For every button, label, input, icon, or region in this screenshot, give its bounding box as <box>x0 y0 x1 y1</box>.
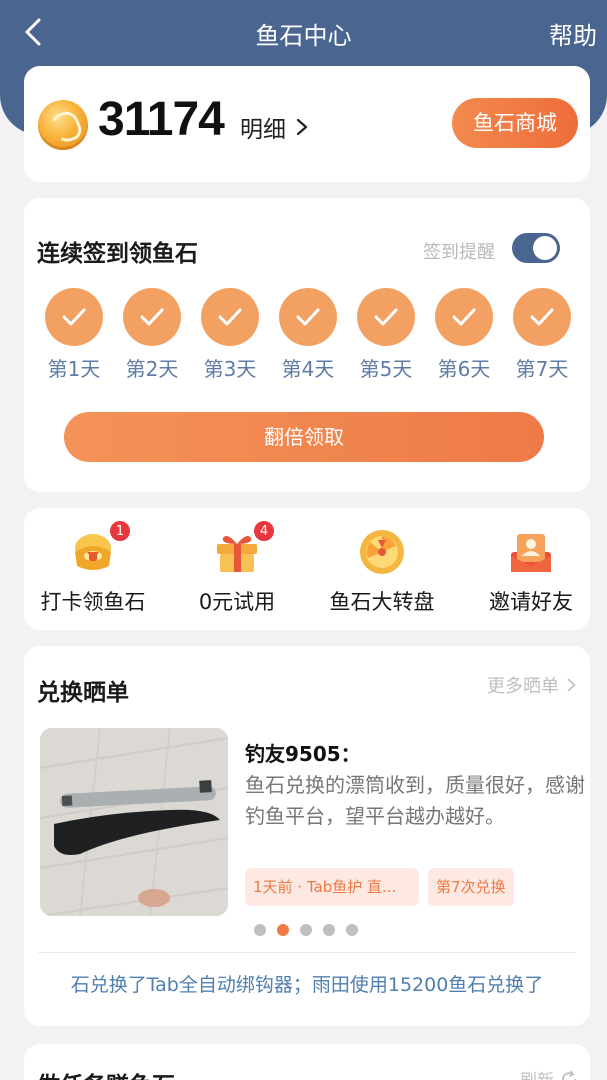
entry-label: 打卡领鱼石 <box>40 590 146 614</box>
refresh-button[interactable]: 刷新 <box>520 1066 578 1080</box>
remind-label: 签到提醒 <box>423 242 495 263</box>
checkin-day-1: 第1天 <box>39 288 109 382</box>
day-label: 第7天 <box>515 357 569 381</box>
balance-value: 31174 <box>98 93 225 146</box>
checkin-title: 连续签到领鱼石 <box>37 241 198 267</box>
tasks-title: 做任务赚鱼石 <box>37 1066 175 1080</box>
tasks-card: 做任务赚鱼石 刷新 <box>24 1044 590 1080</box>
showcase-title: 兑换晒单 <box>37 680 129 706</box>
checkin-card: 连续签到领鱼石 签到提醒 第1天 第2天 第3天 第4天 第5天 第6天 第7天… <box>24 198 590 492</box>
refresh-label: 刷新 <box>520 1066 554 1080</box>
checkin-day-6: 第6天 <box>429 288 499 382</box>
treasure-chest-icon: 1 <box>67 520 131 578</box>
notification-badge: 4 <box>253 520 275 542</box>
chevron-right-icon <box>296 118 308 136</box>
carousel-dot[interactable] <box>346 924 358 936</box>
balance-card: 31174 明细 鱼石商城 <box>24 66 590 182</box>
review-count-tag: 第7次兑换 <box>428 868 514 906</box>
checkin-day-4: 第4天 <box>273 288 343 382</box>
divider <box>38 952 576 953</box>
checkin-day-5: 第5天 <box>351 288 421 382</box>
day-label: 第1天 <box>47 357 101 381</box>
day-label: 第5天 <box>359 357 413 381</box>
help-button[interactable]: 帮助 <box>549 16 597 51</box>
chevron-right-icon <box>567 678 576 692</box>
review-photo[interactable] <box>40 728 228 916</box>
detail-label: 明细 <box>240 117 286 143</box>
day-label: 第3天 <box>203 357 257 381</box>
entry-free-trial[interactable]: 4 0元试用 <box>167 520 307 616</box>
day-label: 第6天 <box>437 357 491 381</box>
carousel-indicator <box>254 924 358 936</box>
nav-bar: 鱼石中心 帮助 <box>0 0 607 64</box>
carousel-dot[interactable] <box>254 924 266 936</box>
review-user: 钓友9505： <box>245 742 361 766</box>
checkin-day-3: 第3天 <box>195 288 265 382</box>
check-icon <box>357 288 415 346</box>
quick-entries-card: 1 打卡领鱼石 4 0元试用 鱼石大转盘 邀请好友 <box>24 508 590 630</box>
check-icon <box>45 288 103 346</box>
fish-stone-coin-icon <box>38 100 88 150</box>
refresh-icon <box>562 1070 576 1080</box>
more-label: 更多晒单 <box>487 676 559 697</box>
fish-stone-mall-button[interactable]: 鱼石商城 <box>452 98 578 148</box>
carousel-dot[interactable] <box>323 924 335 936</box>
notification-badge: 1 <box>109 520 131 542</box>
entry-label: 鱼石大转盘 <box>329 590 435 614</box>
review-time-tag: 1天前 · Tab鱼护 直... <box>245 868 419 906</box>
check-icon <box>513 288 571 346</box>
check-icon <box>201 288 259 346</box>
entry-daily-checkin[interactable]: 1 打卡领鱼石 <box>23 520 163 616</box>
more-showcase-link[interactable]: 更多晒单 <box>487 672 576 698</box>
check-icon <box>435 288 493 346</box>
detail-link[interactable]: 明细 <box>240 110 308 144</box>
carousel-dot[interactable] <box>300 924 312 936</box>
entry-label: 0元试用 <box>198 590 276 614</box>
carousel-dot-active[interactable] <box>277 924 289 936</box>
day-label: 第2天 <box>125 357 179 381</box>
checkin-day-2: 第2天 <box>117 288 187 382</box>
entry-invite-friends[interactable]: 邀请好友 <box>461 526 601 616</box>
exchange-ticker: 石兑换了Tab全自动绑钩器；雨田使用15200鱼石兑换了 <box>70 974 544 996</box>
entry-label: 邀请好友 <box>489 590 573 614</box>
checkin-day-7: 第7天 <box>507 288 577 382</box>
invite-card-icon <box>505 526 557 578</box>
review-text: 鱼石兑换的漂筒收到，质量很好，感谢钓鱼平台，望平台越办越好。 <box>245 773 585 828</box>
day-label: 第4天 <box>281 357 335 381</box>
showcase-card: 兑换晒单 更多晒单 钓友9505： 鱼石兑换的漂筒收到，质量很好，感谢钓鱼平台，… <box>24 646 590 1026</box>
lucky-wheel-icon <box>356 526 408 578</box>
double-claim-button[interactable]: 翻倍领取 <box>64 412 544 462</box>
check-icon <box>123 288 181 346</box>
gift-box-icon: 4 <box>211 520 275 578</box>
entry-lucky-wheel[interactable]: 鱼石大转盘 <box>312 526 452 616</box>
page-title: 鱼石中心 <box>255 22 352 50</box>
check-icon <box>279 288 337 346</box>
remind-toggle[interactable] <box>512 233 560 263</box>
